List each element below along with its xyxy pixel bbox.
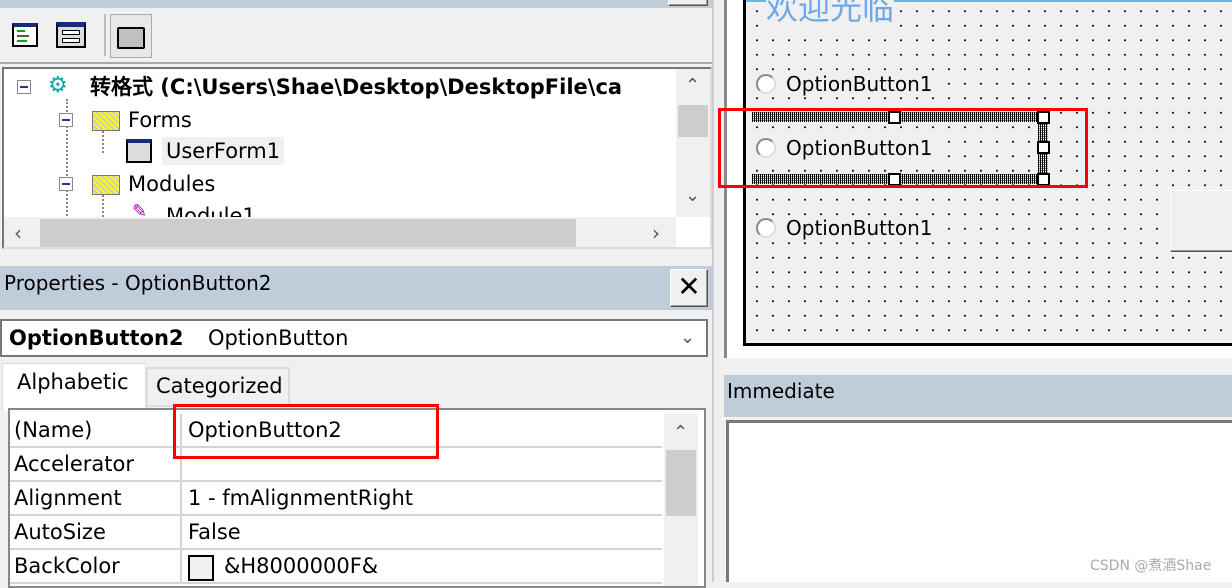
scroll-thumb[interactable] [678,105,708,137]
scroll-down-icon[interactable]: ⌄ [685,187,700,205]
property-value-input[interactable]: 1 - fmAlignmentRight [188,482,413,514]
tree-line [102,131,104,153]
toggle-folders-button[interactable] [110,14,152,58]
property-name: AutoSize [14,520,106,544]
tree-vertical-scrollbar[interactable]: ⌃ ⌄ [676,69,710,217]
view-object-icon[interactable] [56,22,86,48]
property-grid-scrollbar[interactable]: ⌃ [664,414,698,586]
column-divider[interactable] [180,550,182,584]
toggle-folders-icon [117,27,145,49]
properties-title: Properties - OptionButton2 [4,271,272,295]
project-explorer-titlebar [0,0,712,8]
project-tree: ⚙ 转格式 (C:\Users\Shae\Desktop\DesktopFile… [2,67,712,249]
radio-icon [756,218,776,238]
object-name: OptionButton2 [9,326,184,350]
immediate-titlebar: Immediate [724,375,1232,417]
option-button-1[interactable]: OptionButton1 [756,72,939,96]
scroll-thumb[interactable] [40,219,576,247]
vba-project-icon: ⚙ [48,73,68,98]
radio-icon [756,74,776,94]
highlight-box [718,108,1088,188]
tree-item-forms[interactable]: Forms [128,106,192,134]
highlight-box [173,404,439,459]
immediate-title: Immediate [727,379,835,403]
tree-line [102,195,104,217]
tree-item-project[interactable]: 转格式 (C:\Users\Shae\Desktop\DesktopFile\c… [90,73,622,101]
properties-titlebar: Properties - OptionButton2 ✕ [0,266,712,310]
property-name: Alignment [14,486,122,510]
color-swatch[interactable] [188,555,214,581]
property-name: (Name) [14,418,93,442]
project-explorer-close-button[interactable] [668,0,708,6]
scroll-up-icon[interactable]: ⌃ [685,77,700,95]
collapse-forms-button[interactable] [59,113,73,127]
toolbar-separator [104,14,106,56]
form-caption-label[interactable]: 欢迎光临 [766,0,895,28]
collapse-modules-button[interactable] [59,177,73,191]
scroll-left-icon[interactable]: ‹ [14,223,22,243]
tree-horizontal-scrollbar[interactable]: ‹ › [4,217,676,247]
property-value-input[interactable]: False [188,516,241,548]
object-type: OptionButton [208,326,349,350]
property-row-autosize[interactable]: AutoSize False [10,516,662,550]
option-label: OptionButton1 [786,72,933,96]
tab-categorized[interactable]: Categorized [146,367,290,407]
property-value-input[interactable]: &H8000000F& [224,550,378,582]
properties-close-button[interactable]: ✕ [670,269,708,307]
project-explorer-toolbar [0,10,712,64]
tree-item-userform1[interactable]: UserForm1 [162,137,285,165]
command-button[interactable] [1170,190,1232,252]
folder-icon [92,175,120,195]
property-name: Accelerator [14,452,134,476]
scroll-up-icon[interactable]: ⌃ [673,424,688,442]
scroll-thumb[interactable] [666,450,696,516]
scroll-right-icon[interactable]: › [652,223,660,243]
folder-icon [92,111,120,131]
property-row-backcolor[interactable]: BackColor &H8000000F& [10,550,662,584]
tree-item-modules[interactable]: Modules [128,170,215,198]
object-selector-dropdown[interactable]: OptionButton2 OptionButton ⌄ [0,319,708,357]
collapse-project-button[interactable] [17,80,31,94]
view-code-icon[interactable] [12,23,38,47]
column-divider[interactable] [180,482,182,516]
column-divider[interactable] [180,516,182,550]
chevron-down-icon: ⌄ [680,327,696,348]
tab-alphabetic[interactable]: Alphabetic [2,363,146,411]
watermark: CSDN @煮酒Shae [1090,558,1212,574]
property-row-alignment[interactable]: Alignment 1 - fmAlignmentRight [10,482,662,516]
userform-icon [126,139,152,163]
property-name: BackColor [14,554,120,578]
option-label: OptionButton1 [786,216,933,240]
option-button-3[interactable]: OptionButton1 [756,216,939,240]
